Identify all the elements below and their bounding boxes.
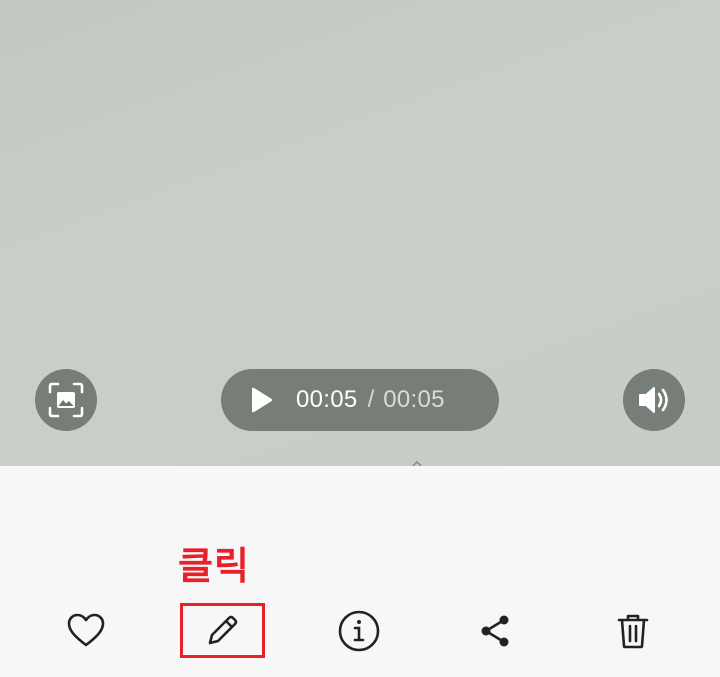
volume-button[interactable] [623, 369, 685, 431]
trash-icon [617, 614, 649, 649]
share-button[interactable] [470, 606, 520, 656]
time-separator: / [367, 386, 375, 413]
details-button[interactable] [334, 606, 384, 656]
current-time: 00:05 [296, 386, 358, 413]
click-highlight [180, 603, 265, 658]
capture-button[interactable] [35, 369, 97, 431]
image-capture-icon [48, 382, 84, 418]
play-icon[interactable] [249, 386, 273, 414]
total-time: 00:05 [383, 386, 445, 413]
speaker-icon [639, 387, 668, 413]
favorite-button[interactable] [61, 606, 111, 656]
info-icon [338, 610, 380, 652]
share-icon [481, 615, 509, 647]
delete-button[interactable] [608, 606, 658, 656]
video-preview[interactable]: 00:05 / 00:05 [0, 0, 720, 466]
heart-icon [67, 613, 105, 647]
playback-control: 00:05 / 00:05 [221, 369, 499, 431]
annotation-label: 클릭 [178, 544, 250, 588]
